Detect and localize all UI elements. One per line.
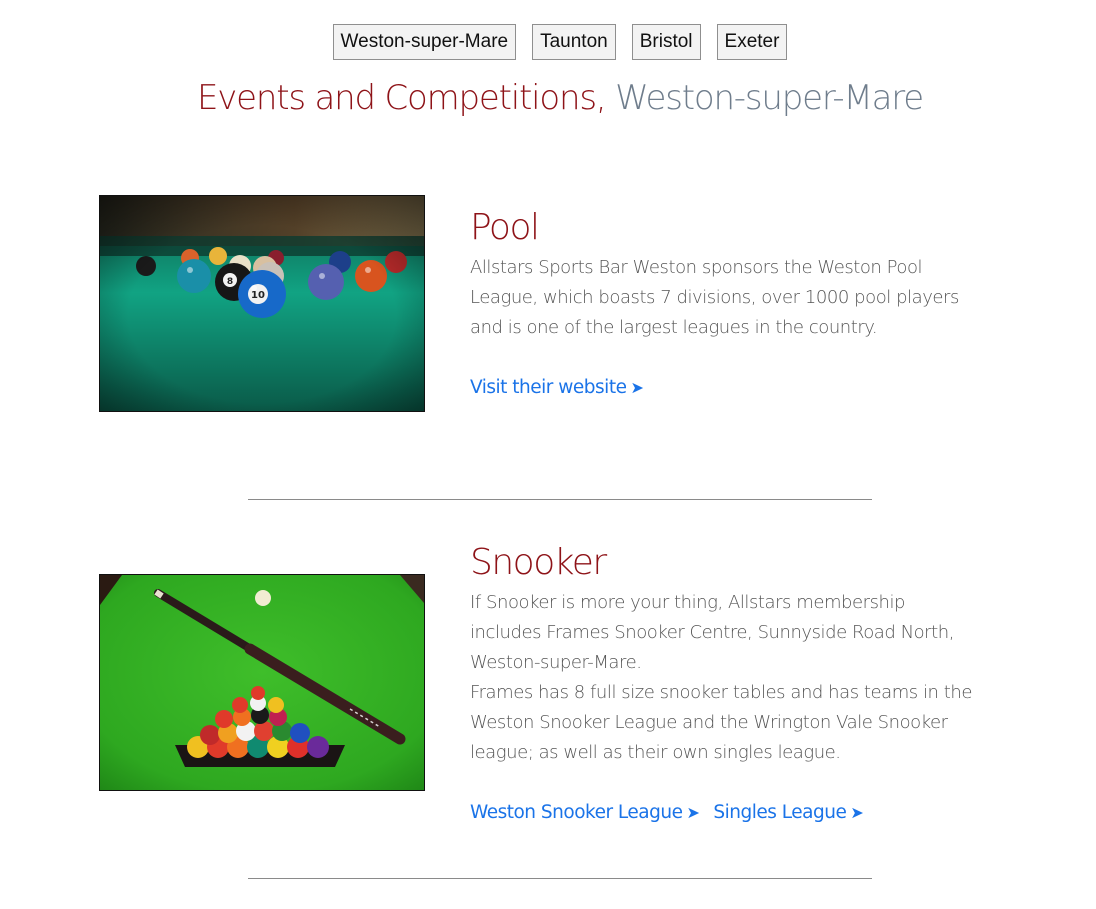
pool-heading: Pool — [470, 207, 540, 248]
snooker-cue-illustration — [100, 575, 424, 790]
snooker-image — [99, 574, 425, 791]
snooker-description-1: If Snooker is more your thing, Allstars … — [470, 592, 954, 673]
page-title: Events and Competitions, Weston-super-Ma… — [0, 74, 1096, 122]
pool-description: Allstars Sports Bar Weston sponsors the … — [470, 257, 959, 338]
snooker-description-2: Frames has 8 full size snooker tables an… — [470, 682, 972, 763]
pool-links: Visit their website ➤ — [470, 373, 980, 403]
weston-snooker-league-link-label: Weston Snooker League — [470, 802, 683, 823]
city-button-taunton[interactable]: Taunton — [532, 24, 616, 60]
snooker-text: Snooker If Snooker is more your thing, A… — [470, 540, 980, 828]
arrow-right-icon: ➤ — [630, 378, 644, 397]
city-nav: Weston-super-Mare Taunton Bristol Exeter — [0, 24, 1096, 60]
singles-league-link[interactable]: Singles League ➤ — [713, 798, 863, 828]
page-title-city: Weston-super-Mare — [615, 78, 924, 118]
pool-text: Pool Allstars Sports Bar Weston sponsors… — [470, 205, 980, 403]
arrow-right-icon: ➤ — [850, 803, 864, 822]
pool-image: 10 8 — [99, 195, 425, 412]
city-button-exeter[interactable]: Exeter — [716, 24, 788, 60]
snooker-links: Weston Snooker League ➤ Singles League ➤ — [470, 798, 980, 828]
snooker-heading: Snooker — [470, 542, 607, 583]
pool-balls-illustration: 10 8 — [100, 196, 424, 411]
pool-website-link-label: Visit their website — [470, 377, 627, 398]
city-button-weston[interactable]: Weston-super-Mare — [332, 24, 517, 60]
singles-league-link-label: Singles League — [713, 802, 847, 823]
pool-website-link[interactable]: Visit their website ➤ — [470, 373, 644, 403]
section-divider — [248, 499, 872, 500]
weston-snooker-league-link[interactable]: Weston Snooker League ➤ — [470, 798, 700, 828]
section-divider — [248, 878, 872, 879]
arrow-right-icon: ➤ — [686, 803, 700, 822]
page-title-main: Events and Competitions, — [196, 78, 607, 118]
city-button-bristol[interactable]: Bristol — [631, 24, 701, 60]
